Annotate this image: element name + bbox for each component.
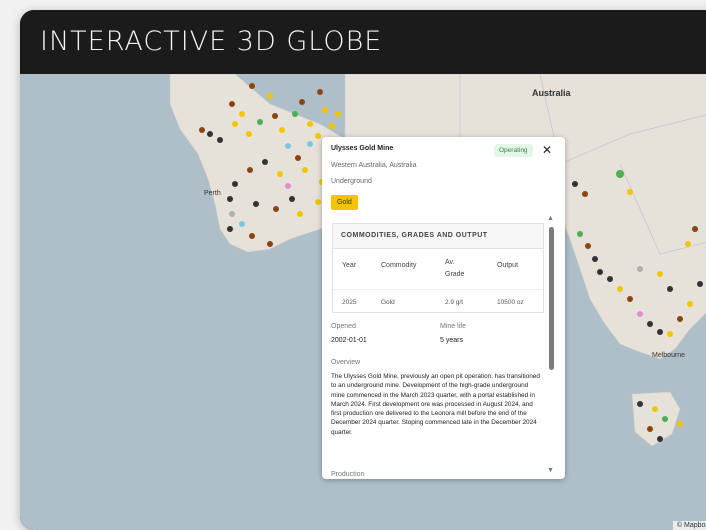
table-cell-commodity: Gold (381, 299, 395, 306)
city-label-perth: Perth (204, 190, 221, 197)
mine-location: Western Australia, Australia (331, 162, 417, 169)
map-attribution[interactable]: © Mapbox © (672, 521, 706, 530)
mine-life-label: Mine life (440, 323, 467, 330)
table-header-commodity: Commodity (381, 262, 417, 269)
production-label: Production (331, 471, 365, 478)
page-title: INTERACTIVE 3D GLOBE (40, 26, 383, 57)
city-label-melbourne: Melbourne (652, 352, 686, 359)
header-bar: INTERACTIVE 3D GLOBE (20, 10, 706, 74)
close-icon[interactable]: ✕ (542, 143, 552, 157)
table-cell-output: 10500 oz (497, 299, 524, 306)
table-header-grade: Av. Grade (445, 259, 465, 278)
mine-info-popup: Ulysses Gold Mine Operating ✕ Western Au… (322, 137, 565, 479)
opened-label: Opened (331, 323, 356, 330)
mining-method: Underground (331, 178, 372, 185)
scrollbar[interactable] (549, 227, 554, 370)
mine-name: Ulysses Gold Mine (331, 145, 394, 152)
scroll-up-icon[interactable]: ▲ (547, 215, 554, 222)
section-title: COMMODITIES, GRADES AND OUTPUT (333, 224, 543, 249)
commodity-badge: Gold (331, 195, 358, 210)
overview-text: The Ulysses Gold Mine, previously an ope… (331, 373, 540, 436)
table-header-year: Year (342, 262, 357, 269)
table-header-output: Output (497, 262, 519, 269)
table-cell-year: 2025 (342, 299, 357, 306)
status-badge: Operating (494, 144, 533, 157)
popup-scroll-area[interactable]: COMMODITIES, GRADES AND OUTPUT Year Comm… (322, 217, 565, 479)
commodities-section: COMMODITIES, GRADES AND OUTPUT Year Comm… (332, 223, 544, 313)
table-cell-grade: 2.9 g/t (445, 299, 464, 306)
mine-life-value: 5 years (440, 337, 463, 344)
table-divider (333, 289, 543, 290)
opened-value: 2002-01-01 (331, 337, 367, 344)
scroll-down-icon[interactable]: ▼ (547, 467, 554, 474)
overview-label: Overview (331, 359, 361, 366)
country-label: Australia (532, 88, 571, 98)
